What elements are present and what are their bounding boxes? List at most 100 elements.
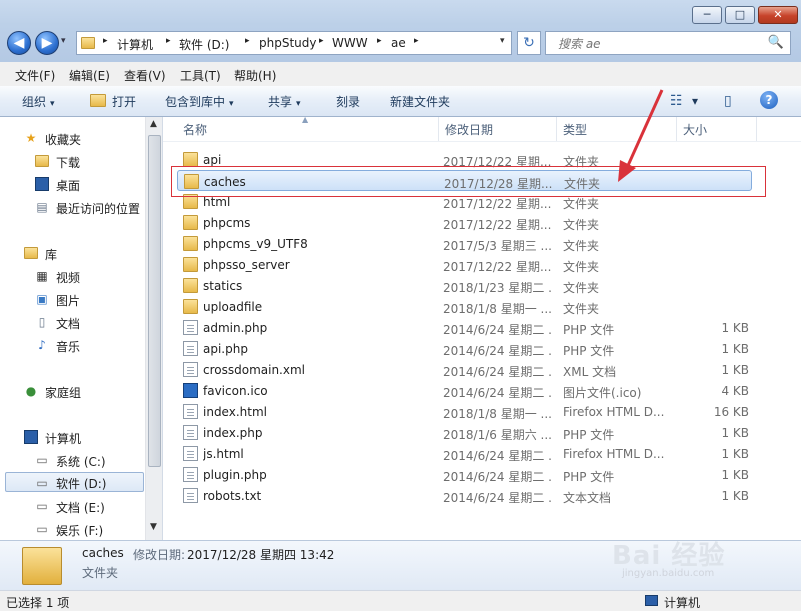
drive-e-icon: ▭	[36, 499, 48, 513]
file-name: admin.php	[203, 321, 268, 335]
file-icon	[183, 446, 198, 461]
status-location: 计算机	[664, 596, 701, 610]
breadcrumb-separator[interactable]: ▸	[377, 36, 382, 46]
nav-libraries[interactable]: 库	[0, 243, 145, 263]
file-row[interactable]: phpcms 2017/12/22 星期... 文件夹	[177, 212, 752, 233]
scroll-down-icon[interactable]: ▼	[150, 522, 157, 532]
menu-file[interactable]: 文件(F)	[15, 67, 55, 84]
nav-drive-f[interactable]: ▭ 娱乐 (F:)	[0, 519, 145, 539]
file-date: 2014/6/24 星期二 ...	[443, 323, 551, 337]
file-icon	[183, 488, 198, 503]
breadcrumb-www[interactable]: WWW	[332, 36, 368, 50]
nav-drive-e[interactable]: ▭ 文档 (E:)	[0, 496, 145, 516]
address-history-dropdown[interactable]: ▾	[500, 36, 505, 46]
include-in-library-button[interactable]: 包含到库中 ▾	[165, 93, 234, 110]
nav-recent-places[interactable]: ▤ 最近访问的位置	[0, 197, 145, 217]
file-date: 2018/1/8 星期一 ...	[443, 302, 551, 316]
file-type: 文件夹	[563, 197, 600, 211]
recent-pages-dropdown[interactable]: ▾	[61, 36, 73, 48]
view-dropdown-icon[interactable]: ▾	[692, 94, 698, 108]
share-button[interactable]: 共享 ▾	[268, 93, 301, 110]
file-row[interactable]: js.html 2014/6/24 星期二 ... Firefox HTML D..…	[177, 443, 752, 464]
nav-label: 最近访问的位置	[56, 202, 141, 216]
file-row[interactable]: plugin.php 2014/6/24 星期二 ... PHP 文件 1 KB	[177, 464, 752, 485]
nav-documents[interactable]: ▯ 文档	[0, 312, 145, 332]
address-bar[interactable]: ▸ 计算机 ▸ 软件 (D:) ▸ phpStudy ▸ WWW ▸ ae ▸	[76, 31, 512, 55]
minimize-button[interactable]: ─	[692, 6, 722, 24]
refresh-button[interactable]: ↻	[517, 31, 541, 55]
help-icon[interactable]: ?	[760, 91, 778, 109]
file-size: 1 KB	[721, 321, 749, 335]
nav-desktop[interactable]: 桌面	[0, 174, 145, 194]
breadcrumb-ae[interactable]: ae	[391, 36, 406, 50]
nav-music[interactable]: ♪ 音乐	[0, 335, 145, 355]
nav-downloads[interactable]: 下载	[0, 151, 145, 171]
menu-edit[interactable]: 编辑(E)	[69, 67, 110, 84]
burn-button[interactable]: 刻录	[336, 93, 360, 110]
include-label: 包含到库中	[165, 95, 226, 109]
file-date: 2014/6/24 星期二 ...	[443, 386, 551, 400]
nav-drive-c[interactable]: ▭ 系统 (C:)	[0, 450, 145, 470]
file-row[interactable]: crossdomain.xml 2014/6/24 星期二 ... XML 文档 1 …	[177, 359, 752, 380]
file-row[interactable]: index.html 2018/1/8 星期一 ... Firefox HTML D…	[177, 401, 752, 422]
close-button[interactable]: ✕	[758, 6, 798, 24]
drive-f-icon: ▭	[36, 522, 48, 536]
nav-videos[interactable]: ▦ 视频	[0, 266, 145, 286]
share-label: 共享	[268, 95, 293, 109]
breadcrumb-separator[interactable]: ▸	[166, 36, 171, 46]
file-row[interactable]: admin.php 2014/6/24 星期二 ... PHP 文件 1 KB	[177, 317, 752, 338]
file-row[interactable]: uploadfile 2018/1/8 星期一 ... 文件夹	[177, 296, 752, 317]
nav-label: 软件 (D:)	[56, 477, 107, 491]
search-input[interactable]	[556, 35, 760, 53]
file-row[interactable]: api.php 2014/6/24 星期二 ... PHP 文件 1 KB	[177, 338, 752, 359]
open-button[interactable]: 打开	[112, 93, 136, 110]
nav-pictures[interactable]: ▣ 图片	[0, 289, 145, 309]
new-folder-button[interactable]: 新建文件夹	[390, 93, 450, 110]
file-row[interactable]: phpcms_v9_UTF8 2017/5/3 星期三 ... 文件夹	[177, 233, 752, 254]
file-icon	[183, 362, 198, 377]
details-name: caches	[82, 546, 124, 560]
scroll-up-icon[interactable]: ▲	[150, 119, 157, 129]
file-date: 2018/1/6 星期六 ...	[443, 428, 551, 442]
file-date: 2018/1/8 星期一 ...	[443, 407, 551, 421]
breadcrumb-drive-d[interactable]: 软件 (D:)	[179, 36, 229, 53]
breadcrumb-phpstudy[interactable]: phpStudy	[259, 36, 317, 50]
chevron-down-icon: ▾	[229, 99, 234, 109]
refresh-icon: ↻	[523, 35, 535, 51]
file-row[interactable]: index.php 2018/1/6 星期六 ... PHP 文件 1 KB	[177, 422, 752, 443]
nav-label: 文档 (E:)	[56, 501, 105, 515]
column-header-size[interactable]: 大小	[677, 117, 757, 141]
back-button[interactable]: ◀	[7, 31, 31, 55]
nav-scrollbar[interactable]: ▲ ▼	[145, 117, 162, 540]
nav-favorites[interactable]: ★ 收藏夹	[0, 128, 145, 148]
breadcrumb-separator[interactable]: ▸	[414, 36, 419, 46]
nav-computer[interactable]: 计算机	[0, 427, 145, 447]
menu-help[interactable]: 帮助(H)	[234, 67, 276, 84]
file-name: crossdomain.xml	[203, 363, 305, 377]
maximize-button[interactable]: □	[725, 6, 755, 24]
nav-drive-d[interactable]: ▭ 软件 (D:)	[5, 472, 144, 492]
column-header-date[interactable]: 修改日期	[439, 117, 557, 141]
title-bar: ─ □ ✕ ◀ ▶ ▾ ▸ 计算机 ▸ 软件 (D:) ▸ phpStudy ▸…	[0, 0, 801, 62]
file-row[interactable]: robots.txt 2014/6/24 星期二 ... 文本文档 1 KB	[177, 485, 752, 506]
organize-button[interactable]: 组织 ▾	[22, 93, 55, 110]
search-icon[interactable]: 🔍	[768, 35, 784, 50]
file-row[interactable]: statics 2018/1/23 星期二 ... 文件夹	[177, 275, 752, 296]
scroll-thumb[interactable]	[148, 135, 161, 467]
preview-pane-icon[interactable]: ▯	[724, 93, 732, 109]
breadcrumb-separator[interactable]: ▸	[103, 36, 108, 46]
star-icon: ★	[25, 131, 37, 145]
forward-button[interactable]: ▶	[35, 31, 59, 55]
file-type: 文件夹	[563, 260, 600, 274]
menu-view[interactable]: 查看(V)	[124, 67, 166, 84]
search-box[interactable]: 🔍	[545, 31, 791, 55]
menu-tools[interactable]: 工具(T)	[180, 67, 221, 84]
breadcrumb-separator[interactable]: ▸	[245, 36, 250, 46]
breadcrumb-computer[interactable]: 计算机	[117, 36, 153, 53]
file-row[interactable]: phpsso_server 2017/12/22 星期... 文件夹	[177, 254, 752, 275]
nav-homegroup[interactable]: ● 家庭组	[0, 381, 145, 401]
file-date: 2017/12/22 星期...	[443, 260, 551, 274]
file-row[interactable]: favicon.ico 2014/6/24 星期二 ... 图片文件(.ico) 4 …	[177, 380, 752, 401]
file-type: PHP 文件	[563, 344, 615, 358]
breadcrumb-separator[interactable]: ▸	[319, 36, 324, 46]
